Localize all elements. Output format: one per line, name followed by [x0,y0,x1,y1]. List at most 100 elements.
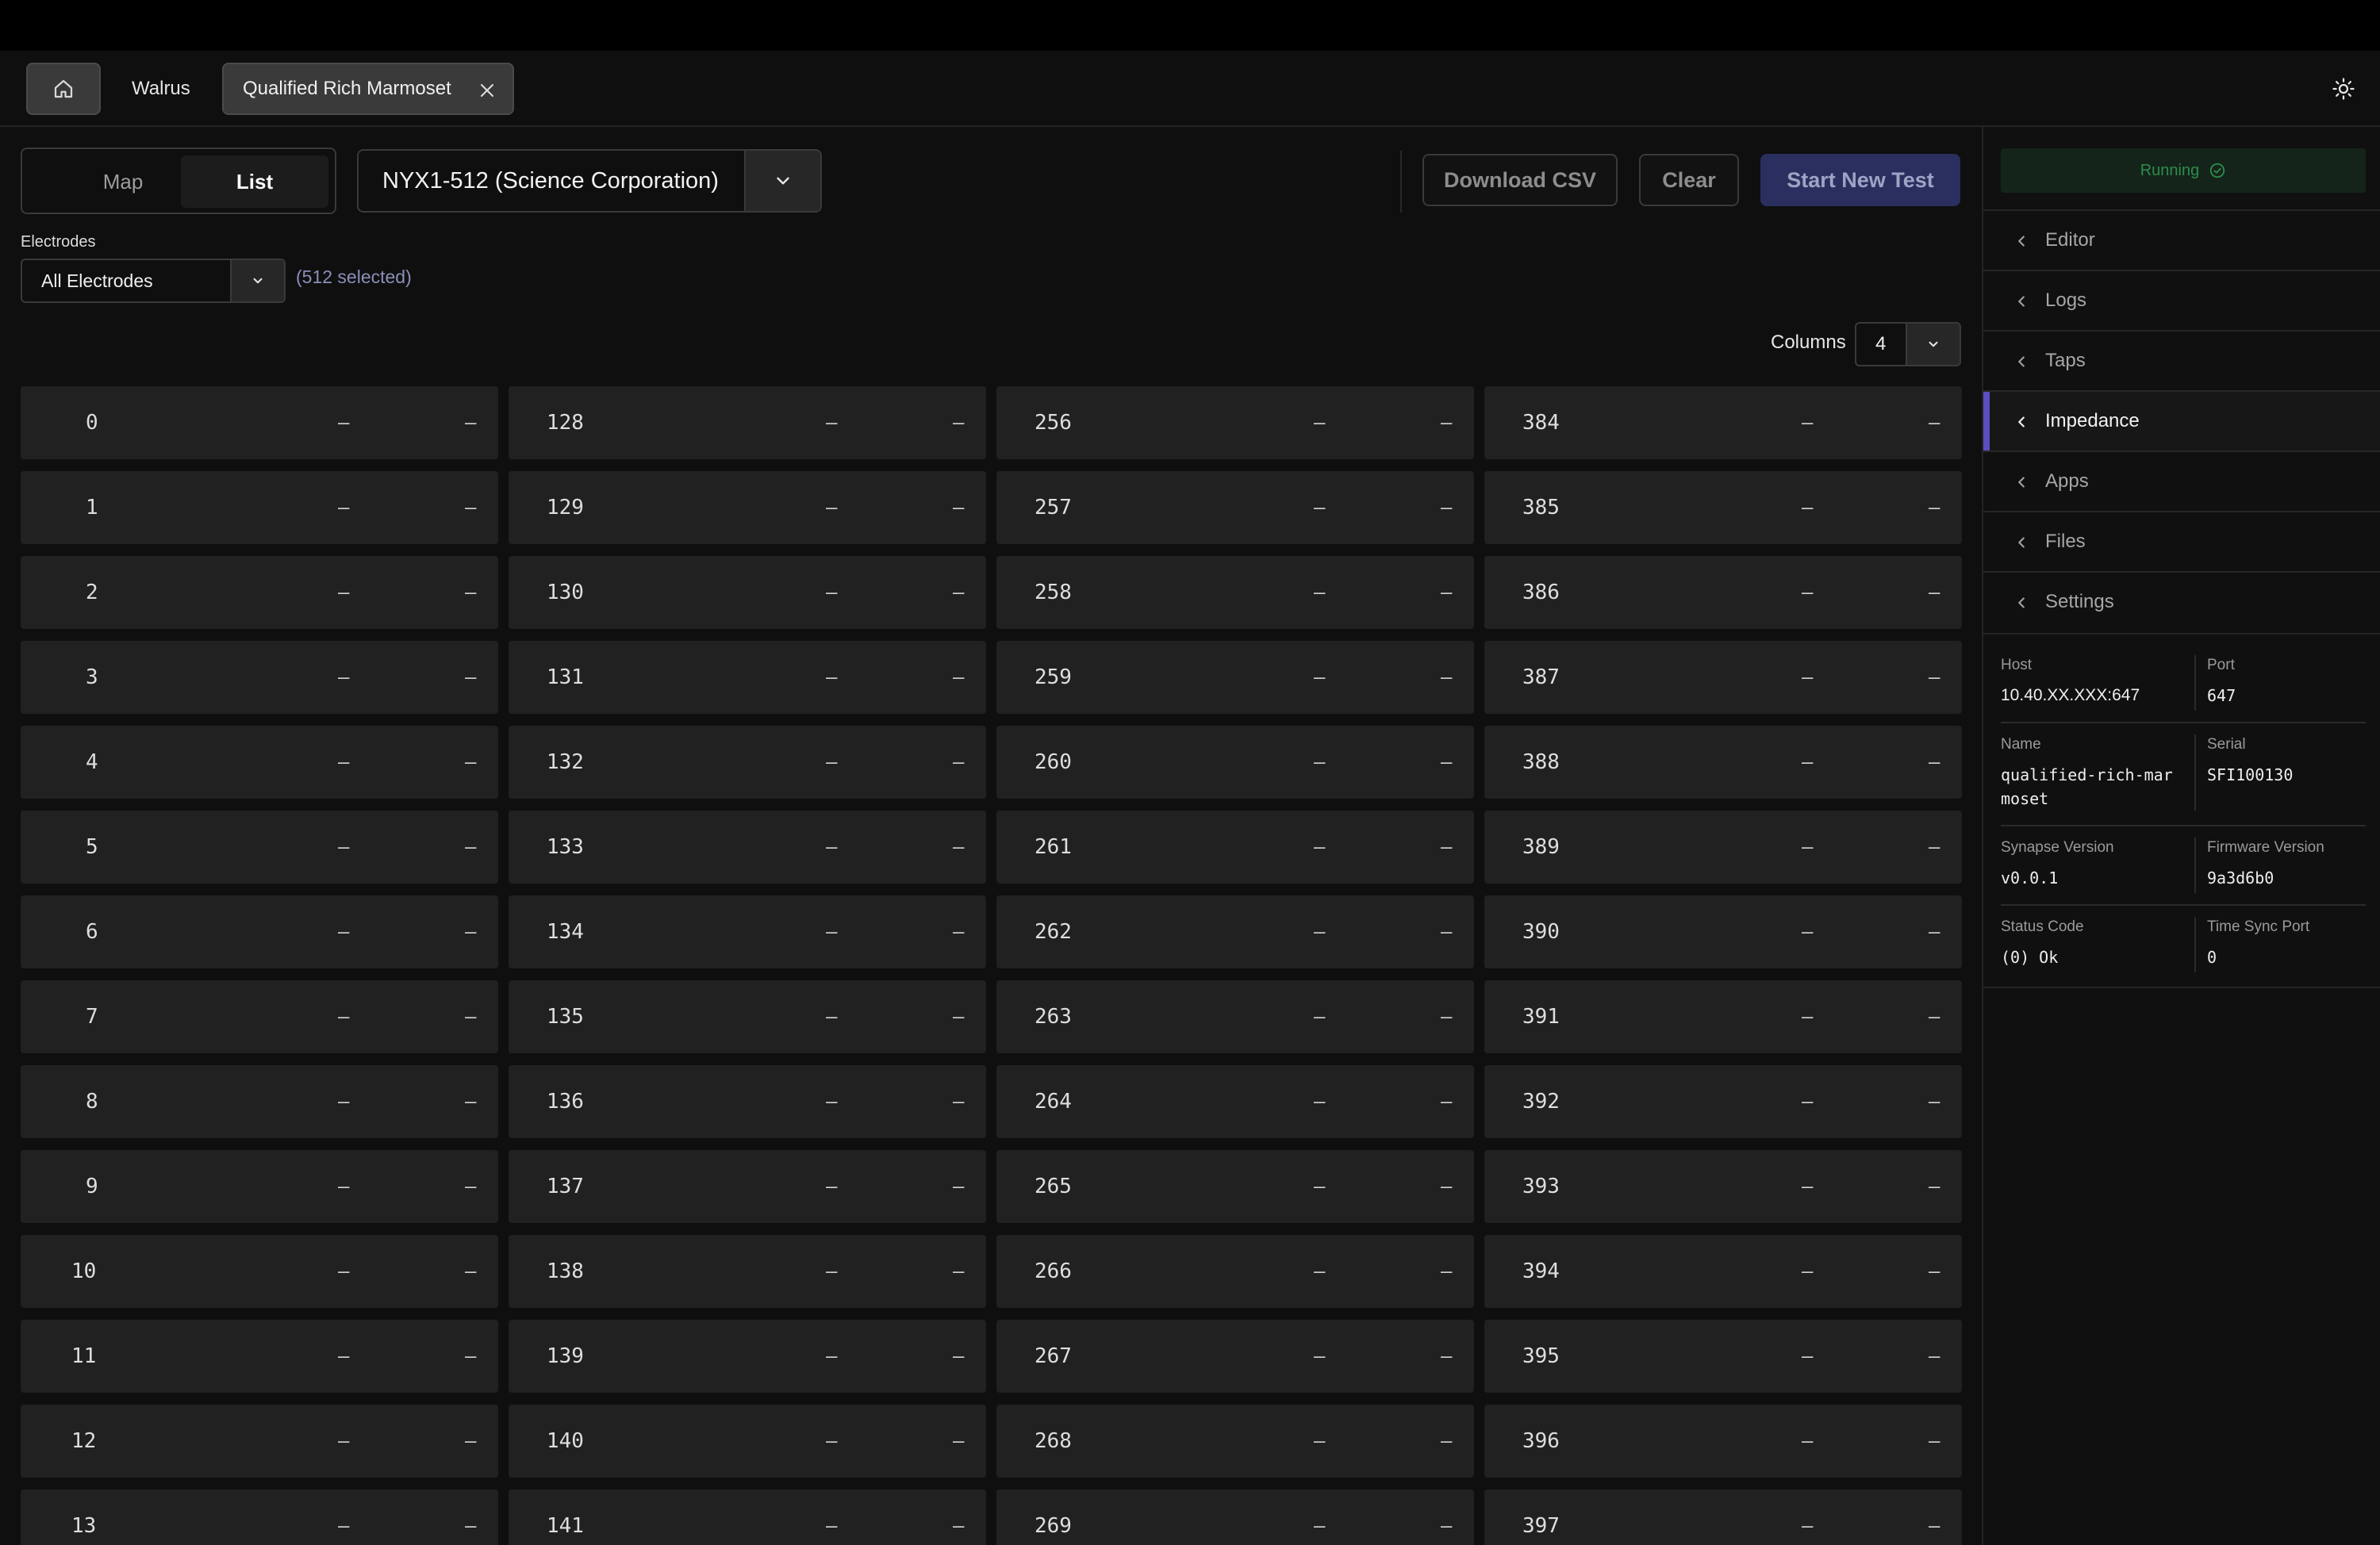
status-code-label: Status Code [2001,918,2084,935]
electrode-impedance: – [338,1006,350,1028]
table-row[interactable]: 131 – – [509,641,986,714]
close-tab-button[interactable] [476,79,498,102]
table-row[interactable]: 386 – – [1484,556,1962,629]
device-select[interactable]: NYX1-512 (Science Corporation) [357,149,822,213]
chevron-down-icon [253,278,263,284]
electrode-phase: – [1441,1515,1453,1537]
electrode-id: 135 [547,1005,584,1029]
table-row[interactable]: 397 – – [1484,1489,1962,1545]
table-row[interactable]: 263 – – [996,980,1474,1053]
table-row[interactable]: 257 – – [996,471,1474,544]
electrode-impedance: – [826,1345,838,1367]
table-row[interactable]: 394 – – [1484,1235,1962,1308]
table-row[interactable]: 392 – – [1484,1065,1962,1138]
table-row[interactable]: 262 – – [996,895,1474,968]
nav-item-impedance[interactable]: Impedance [1983,390,2380,450]
table-row[interactable]: 129 – – [509,471,986,544]
table-row[interactable]: 388 – – [1484,726,1962,799]
table-row[interactable]: 7 – – [21,980,498,1053]
columns-select[interactable]: 4 [1855,322,1961,366]
table-row[interactable]: 136 – – [509,1065,986,1138]
electrode-id: 268 [1035,1429,1072,1453]
table-row[interactable]: 140 – – [509,1405,986,1478]
start-new-test-button[interactable]: Start New Test [1760,154,1960,206]
table-row[interactable]: 0 – – [21,386,498,459]
table-row[interactable]: 266 – – [996,1235,1474,1308]
nav-item-files[interactable]: Files [1983,511,2380,571]
nav-item-label: Files [2045,531,2086,552]
check-circle-icon [2210,163,2225,178]
table-row[interactable]: 141 – – [509,1489,986,1545]
table-row[interactable]: 264 – – [996,1065,1474,1138]
nav-item-taps[interactable]: Taps [1983,330,2380,390]
theme-toggle-button[interactable] [2329,75,2358,103]
columns-dropdown-button[interactable] [1906,324,1960,365]
table-row[interactable]: 261 – – [996,811,1474,884]
table-row[interactable]: 258 – – [996,556,1474,629]
home-button[interactable] [26,63,101,115]
electrode-impedance: – [1314,836,1326,858]
table-row[interactable]: 138 – – [509,1235,986,1308]
nav-item-settings[interactable]: Settings [1983,571,2380,631]
table-row[interactable]: 12 – – [21,1405,498,1478]
nav-item-label: Settings [2045,591,2114,612]
table-row[interactable]: 133 – – [509,811,986,884]
table-row[interactable]: 395 – – [1484,1320,1962,1393]
table-row[interactable]: 256 – – [996,386,1474,459]
table-row[interactable]: 393 – – [1484,1150,1962,1223]
device-dropdown-button[interactable] [744,151,820,211]
table-row[interactable]: 8 – – [21,1065,498,1138]
table-row[interactable]: 4 – – [21,726,498,799]
table-row[interactable]: 265 – – [996,1150,1474,1223]
table-row[interactable]: 385 – – [1484,471,1962,544]
table-row[interactable]: 384 – – [1484,386,1962,459]
table-row[interactable]: 6 – – [21,895,498,968]
view-list-button[interactable]: List [181,155,328,208]
table-row[interactable]: 269 – – [996,1489,1474,1545]
table-row[interactable]: 132 – – [509,726,986,799]
table-row[interactable]: 389 – – [1484,811,1962,884]
table-row[interactable]: 267 – – [996,1320,1474,1393]
electrode-id: 131 [547,665,584,689]
table-row[interactable]: 9 – – [21,1150,498,1223]
table-row[interactable]: 1 – – [21,471,498,544]
table-row[interactable]: 387 – – [1484,641,1962,714]
table-row[interactable]: 391 – – [1484,980,1962,1053]
table-row[interactable]: 11 – – [21,1320,498,1393]
electrode-phase: – [1441,1091,1453,1113]
electrode-id: 7 [86,1005,98,1029]
electrode-phase: – [465,921,477,943]
electrodes-dropdown-button[interactable] [230,260,284,301]
table-row[interactable]: 268 – – [996,1405,1474,1478]
table-row[interactable]: 139 – – [509,1320,986,1393]
table-row[interactable]: 390 – – [1484,895,1962,968]
view-map-button[interactable]: Map [49,155,197,208]
table-row[interactable]: 128 – – [509,386,986,459]
table-row[interactable]: 3 – – [21,641,498,714]
electrode-phase: – [953,1345,965,1367]
table-row[interactable]: 130 – – [509,556,986,629]
download-csv-button[interactable]: Download CSV [1422,154,1618,206]
electrode-phase: – [1441,412,1453,434]
table-row[interactable]: 134 – – [509,895,986,968]
table-row[interactable]: 10 – – [21,1235,498,1308]
nav-item-editor[interactable]: Editor [1983,209,2380,270]
clear-button[interactable]: Clear [1639,154,1739,206]
electrode-phase: – [953,1091,965,1113]
table-row[interactable]: 13 – – [21,1489,498,1545]
table-row[interactable]: 5 – – [21,811,498,884]
electrode-id: 265 [1035,1175,1072,1198]
table-row[interactable]: 259 – – [996,641,1474,714]
tab-walrus[interactable]: Walrus [111,63,211,115]
nav-item-apps[interactable]: Apps [1983,450,2380,511]
table-row[interactable]: 2 – – [21,556,498,629]
nav-item-logs[interactable]: Logs [1983,270,2380,330]
electrode-phase: – [1929,1515,1940,1537]
tab-qualified-rich-marmoset[interactable]: Qualified Rich Marmoset [222,63,514,115]
table-row[interactable]: 137 – – [509,1150,986,1223]
table-row[interactable]: 135 – – [509,980,986,1053]
table-row[interactable]: 260 – – [996,726,1474,799]
electrode-phase: – [953,751,965,773]
table-row[interactable]: 396 – – [1484,1405,1962,1478]
electrodes-select[interactable]: All Electrodes [21,259,286,303]
